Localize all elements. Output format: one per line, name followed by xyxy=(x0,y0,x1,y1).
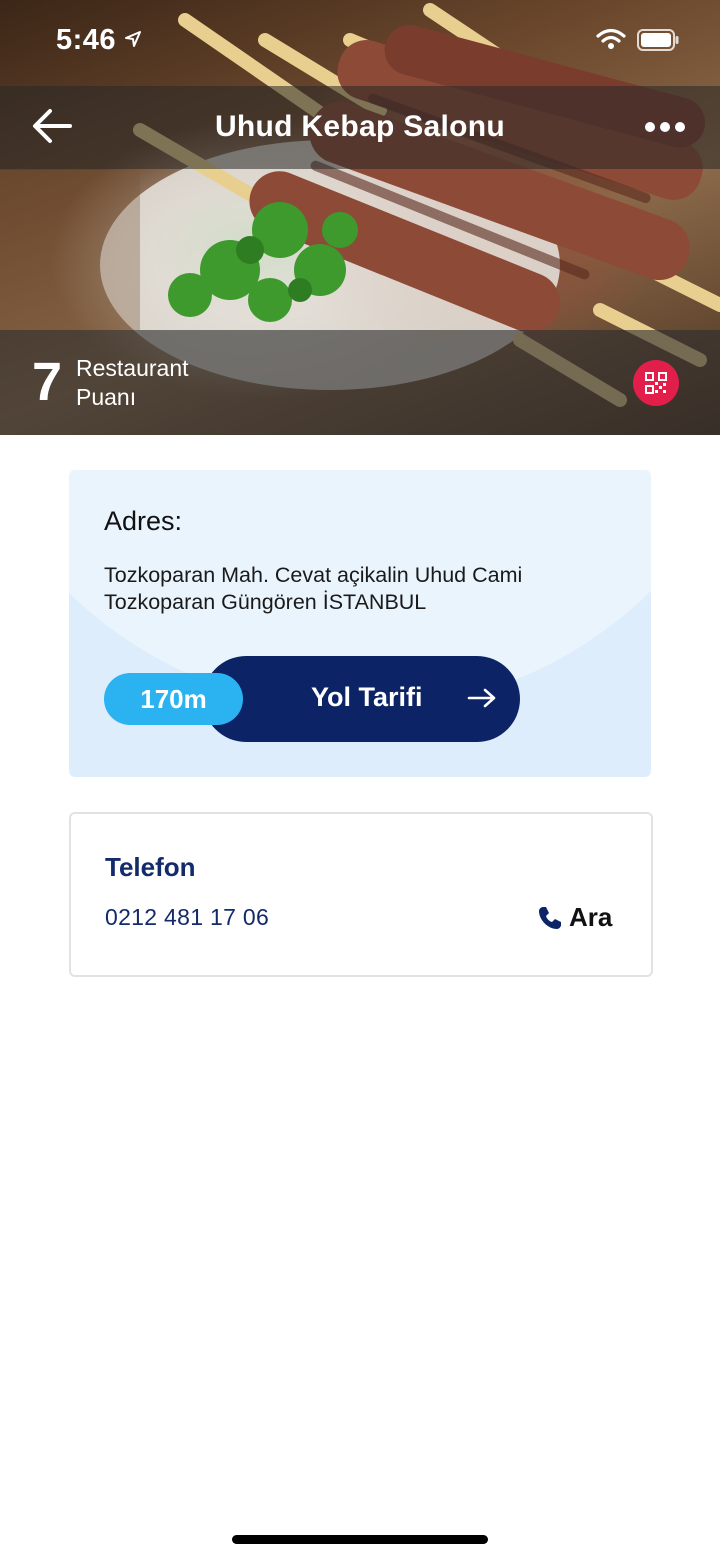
rating-label-line1: Restaurant xyxy=(76,355,189,381)
rating-label-line2: Puanı xyxy=(76,384,137,410)
address-line1: Tozkoparan Mah. Cevat açikalin Uhud Cami xyxy=(104,563,523,587)
address-title: Adres: xyxy=(104,506,183,536)
directions-label: Yol Tarifi xyxy=(311,682,423,712)
phone-card: Telefon 0212 481 17 06 Ara xyxy=(69,812,653,977)
status-bar: 5:46 xyxy=(0,0,720,86)
call-label: Ara xyxy=(569,902,613,932)
hero-image: 5:46 Uhud Kebap Salonu 7 Restaurant Puan… xyxy=(0,0,720,435)
page-title: Uhud Kebap Salonu xyxy=(214,110,506,143)
more-button[interactable] xyxy=(642,114,688,140)
phone-title: Telefon xyxy=(105,852,196,882)
qr-code-icon xyxy=(645,372,667,394)
location-arrow-icon xyxy=(125,31,141,47)
rating-bar: 7 Restaurant Puanı xyxy=(0,330,720,435)
rating-label: Restaurant Puanı xyxy=(76,354,189,412)
status-time: 5:46 xyxy=(56,24,117,56)
home-indicator[interactable] xyxy=(232,1535,488,1544)
distance-badge: 170m xyxy=(104,673,243,725)
qr-code-button[interactable] xyxy=(633,360,679,406)
navigation-bar: Uhud Kebap Salonu xyxy=(0,86,720,169)
phone-icon xyxy=(539,907,561,929)
wifi-icon xyxy=(596,28,626,49)
address-text: Tozkoparan Mah. Cevat açikalin Uhud Cami… xyxy=(104,562,624,616)
directions-button[interactable]: Yol Tarifi xyxy=(203,656,520,742)
rating-score: 7 xyxy=(32,352,63,412)
phone-number: 0212 481 17 06 xyxy=(105,904,270,930)
battery-icon xyxy=(637,29,679,51)
arrow-right-icon xyxy=(467,688,496,708)
address-card: Adres: Tozkoparan Mah. Cevat açikalin Uh… xyxy=(69,470,651,777)
address-line2: Tozkoparan Güngören İSTANBUL xyxy=(104,590,427,614)
more-icon xyxy=(645,122,685,132)
call-button[interactable]: Ara xyxy=(535,900,619,936)
